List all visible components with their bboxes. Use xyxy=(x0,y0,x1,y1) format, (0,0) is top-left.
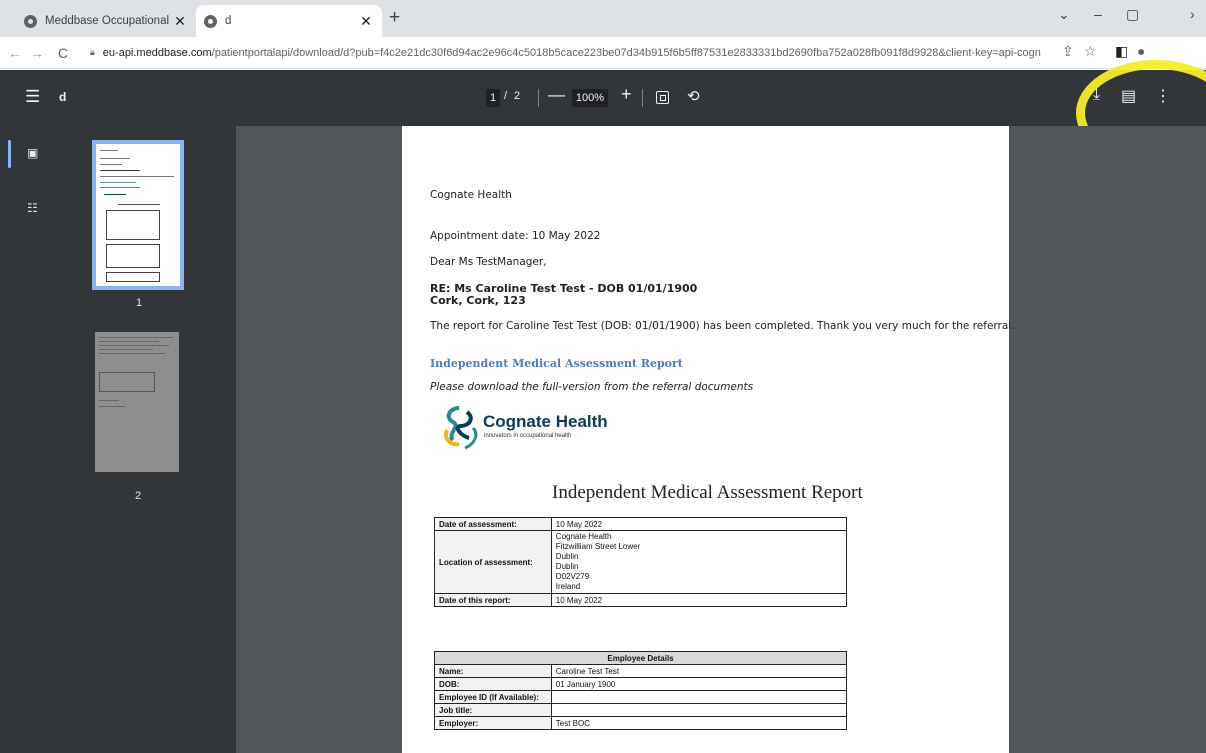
lock-icon[interactable]: 🔒︎ xyxy=(90,47,95,58)
table-cell-value: Test BOC xyxy=(550,716,848,730)
zoom-input[interactable]: 100% xyxy=(572,89,608,107)
table-cell-value: 10 May 2022 xyxy=(550,517,848,531)
table-cell-value: Caroline Test Test xyxy=(550,664,848,678)
close-tab-icon[interactable]: ✕ xyxy=(358,13,374,30)
thumbnails-icon[interactable]: ▣ xyxy=(27,146,38,160)
table-cell-label: Date of assessment: xyxy=(434,517,552,531)
table-header-row: Employee Details xyxy=(434,651,847,665)
table-cell-label: Date of this report: xyxy=(434,593,552,607)
report-title: Independent Medical Assessment Report xyxy=(552,482,863,503)
cognate-health-logo-icon xyxy=(444,406,478,450)
zoom-in-button[interactable]: + xyxy=(621,84,632,105)
assessment-table: Date of assessment: 10 May 2022 Location… xyxy=(434,517,848,607)
page-thumbnail-2[interactable] xyxy=(95,332,179,472)
sidebar-rail xyxy=(0,126,12,753)
location-line: Ireland xyxy=(555,582,581,591)
document-title: d xyxy=(59,90,67,104)
table-cell-value: 10 May 2022 xyxy=(550,593,848,607)
zoom-out-button[interactable]: — xyxy=(548,85,565,105)
table-row: Employee ID (If Available): xyxy=(434,690,848,704)
table-row: DOB: 01 January 1900 xyxy=(434,677,848,691)
tab-title: Meddbase Occupational Health xyxy=(45,15,172,27)
share-icon[interactable]: ⇪ xyxy=(1062,43,1074,60)
employee-details-table: Employee Details Name: Caroline Test Tes… xyxy=(434,651,848,730)
table-cell-label: Employer: xyxy=(434,716,552,730)
logo-tagline: innovators in occupational health xyxy=(484,433,572,439)
table-cell-value xyxy=(550,703,848,717)
back-icon[interactable]: ← xyxy=(4,45,26,61)
pdf-toolbar: ☰ d 1 / 2 — 100% + ⟲ ⤓ ▤ ⋮ xyxy=(0,70,1206,126)
minimize-icon[interactable]: – xyxy=(1094,6,1102,22)
table-header: Employee Details xyxy=(434,651,847,665)
tab-title: d xyxy=(225,15,232,27)
location-line: Dublin xyxy=(555,552,579,561)
table-cell-value xyxy=(550,690,848,704)
side-panel-icon[interactable]: ◧ xyxy=(1115,43,1128,60)
table-row: Employer: Test BOC xyxy=(434,716,848,730)
outline-icon[interactable]: ☷ xyxy=(27,201,38,215)
rotate-icon[interactable]: ⟲ xyxy=(687,87,700,105)
table-cell-label: Location of assessment: xyxy=(434,530,552,594)
total-pages: 2 xyxy=(514,90,521,102)
new-tab-button[interactable]: + xyxy=(389,7,400,29)
toolbar-divider xyxy=(642,89,643,107)
table-cell-value: 01 January 1900 xyxy=(550,677,848,691)
table-row: Date of this report: 10 May 2022 xyxy=(434,593,848,607)
url-field[interactable]: eu-api.meddbase.com/patientportalapi/dow… xyxy=(103,47,1061,59)
fit-page-icon[interactable] xyxy=(656,91,669,104)
download-note: Please download the full-version from th… xyxy=(430,381,754,393)
tab-active[interactable]: d ✕ xyxy=(196,5,382,37)
re-address: Cork, Cork, 123 xyxy=(430,294,526,307)
url-host: eu-api.meddbase.com xyxy=(102,46,212,59)
toolbar-divider xyxy=(538,89,539,107)
thumbnail-label-1: 1 xyxy=(135,297,143,309)
location-line: D02V279 xyxy=(555,572,590,581)
profile-icon[interactable]: ● xyxy=(1137,43,1145,59)
salutation: Dear Ms TestManager, xyxy=(430,256,547,268)
tab-meddbase[interactable]: Meddbase Occupational Health ✕ xyxy=(10,5,196,37)
table-row: Job title: xyxy=(434,703,848,717)
body-text: The report for Caroline Test Test (DOB: … xyxy=(430,320,1015,332)
section-title: Independent Medical Assessment Report xyxy=(430,357,683,370)
menu-icon[interactable]: ☰ xyxy=(25,87,40,107)
reload-icon[interactable]: C xyxy=(52,45,74,61)
page-number-input[interactable]: 1 xyxy=(486,89,500,107)
globe-icon xyxy=(204,14,217,28)
table-cell-label: Job title: xyxy=(434,703,552,717)
thumbnail-label-2: 2 xyxy=(134,490,142,502)
close-tab-icon[interactable]: ✕ xyxy=(172,13,188,30)
location-line: Dublin xyxy=(555,562,579,571)
sidebar-selection-indicator xyxy=(8,140,11,168)
location-line: Cognate Health xyxy=(555,532,612,541)
appointment-date: Appointment date: 10 May 2022 xyxy=(430,230,601,242)
table-cell-label: Employee ID (If Available): xyxy=(434,690,552,704)
location-line: Fitzwilliam Street Lower xyxy=(555,542,641,551)
location-lines: Cognate Health Fitzwilliam Street Lower … xyxy=(550,530,848,594)
address-bar: ← → C 🔒︎ eu-api.meddbase.com/patientport… xyxy=(0,37,1206,69)
page-separator: / xyxy=(504,90,508,102)
logo-name: Cognate Health xyxy=(483,412,608,431)
bookmark-star-icon[interactable]: ☆ xyxy=(1084,43,1097,60)
forward-icon[interactable]: → xyxy=(26,45,48,61)
table-cell-label: DOB: xyxy=(434,677,552,691)
table-cell-label: Name: xyxy=(434,664,552,678)
sender-name: Cognate Health xyxy=(430,189,512,201)
globe-icon xyxy=(24,14,37,28)
table-row: Name: Caroline Test Test xyxy=(434,664,848,678)
tab-search-chevron-icon[interactable]: ⌄ xyxy=(1058,6,1070,23)
page-thumbnail-1[interactable] xyxy=(92,140,184,290)
table-row: Location of assessment: Cognate Health F… xyxy=(434,530,848,594)
table-row: Date of assessment: 10 May 2022 xyxy=(434,517,848,531)
restore-icon[interactable]: ▢ xyxy=(1126,6,1139,23)
close-window-icon[interactable]: › xyxy=(1190,6,1195,22)
url-path: /patientportalapi/download/d?pub=f4c2e21… xyxy=(211,46,1041,59)
tab-strip: Meddbase Occupational Health ✕ d ✕ + ⌄ –… xyxy=(0,0,1206,37)
